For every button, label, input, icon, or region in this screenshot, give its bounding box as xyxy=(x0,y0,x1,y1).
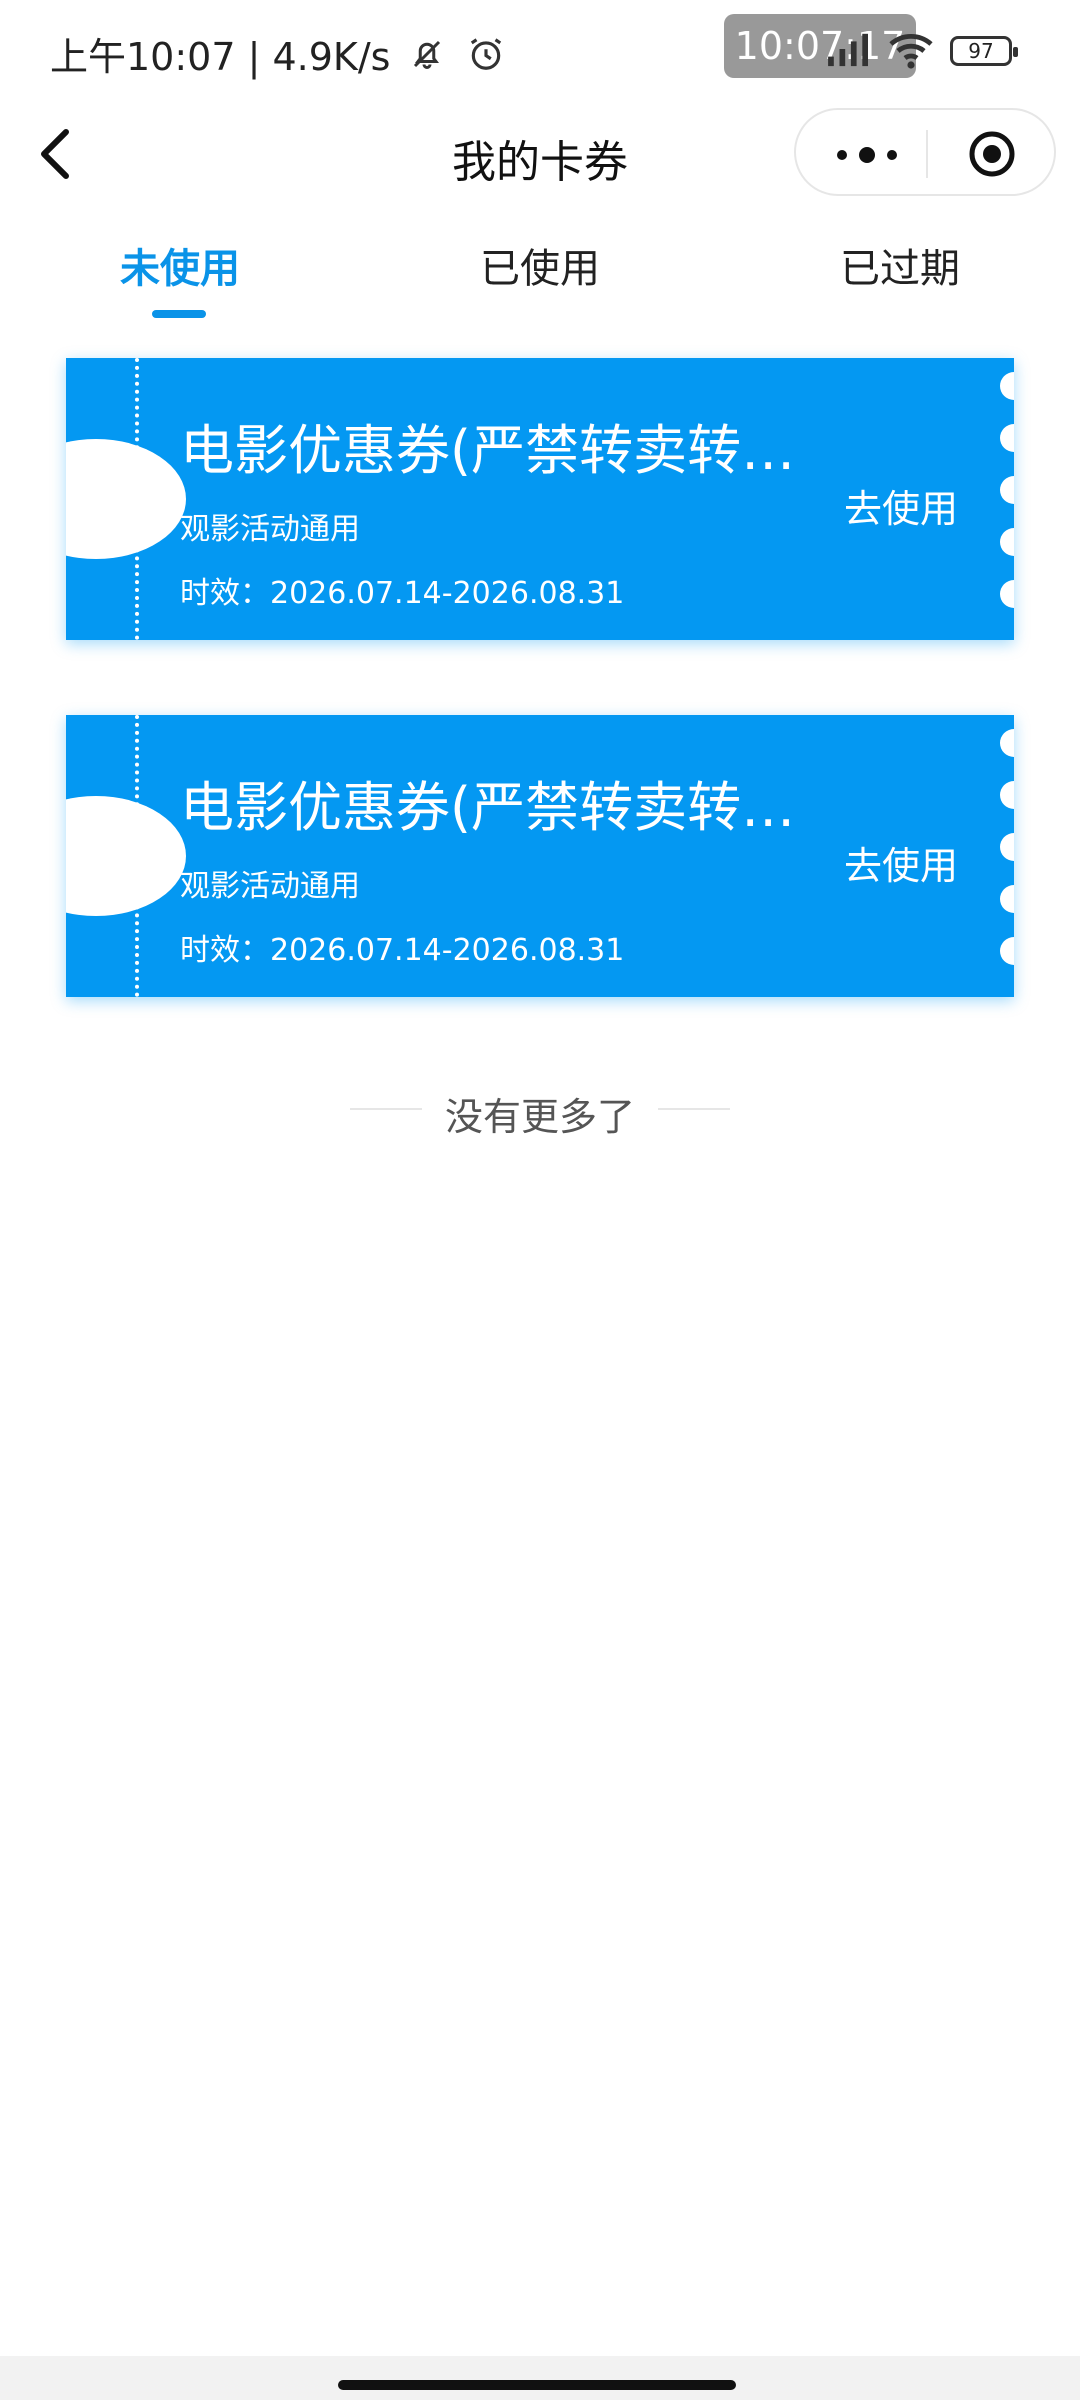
coupon-validity: 时效：2026.07.14-2026.08.31 xyxy=(180,933,625,968)
coupon-card[interactable]: 电影优惠券(严禁转卖转… 观影活动通用 时效：2026.07.14-2026.0… xyxy=(66,358,1014,640)
no-more-text: 没有更多了 xyxy=(444,1095,635,1139)
coupon-subtitle: 观影活动通用 xyxy=(180,869,360,904)
use-coupon-button[interactable]: 去使用 xyxy=(844,478,958,533)
close-circle-icon[interactable] xyxy=(968,130,1016,178)
signal-icon xyxy=(828,33,868,67)
coupon-scallop-edge xyxy=(1000,729,1014,989)
capsule-divider xyxy=(926,130,928,178)
use-coupon-button[interactable]: 去使用 xyxy=(844,835,958,890)
coupon-validity: 时效：2026.07.14-2026.08.31 xyxy=(180,576,625,611)
mini-program-capsule xyxy=(794,108,1056,196)
tab-active-indicator xyxy=(152,310,206,318)
wifi-icon xyxy=(889,33,933,69)
bell-off-icon xyxy=(413,40,440,69)
coupon-title: 电影优惠券(严禁转卖转… xyxy=(180,776,796,839)
more-icon[interactable] xyxy=(832,140,902,170)
tab-expired[interactable]: 已过期 xyxy=(780,236,1020,294)
nav-bar: 我的卡券 xyxy=(0,108,1080,198)
home-indicator[interactable] xyxy=(338,2380,736,2390)
gesture-bar xyxy=(0,2356,1080,2400)
coupon-title: 电影优惠券(严禁转卖转… xyxy=(180,419,796,482)
alarm-icon xyxy=(470,37,501,70)
status-bar: 上午10:07 | 4.9K/s 10:07:17 97 xyxy=(0,0,1080,100)
coupon-tabs: 未使用 已使用 已过期 xyxy=(0,236,1080,318)
coupon-scallop-edge xyxy=(1000,372,1014,632)
no-more-indicator: 没有更多了 xyxy=(0,1080,1080,1140)
coupon-card[interactable]: 电影优惠券(严禁转卖转… 观影活动通用 时效：2026.07.14-2026.0… xyxy=(66,715,1014,997)
coupon-notch xyxy=(66,796,186,916)
coupon-notch xyxy=(66,439,186,559)
status-left: 上午10:07 | 4.9K/s xyxy=(50,26,505,81)
coupon-subtitle: 观影活动通用 xyxy=(180,512,360,547)
no-more-line-right xyxy=(658,1108,730,1110)
tab-used[interactable]: 已使用 xyxy=(420,236,660,294)
coupon-divider xyxy=(135,358,139,640)
battery-icon: 97 xyxy=(950,36,1018,66)
tab-unused[interactable]: 未使用 xyxy=(60,236,300,294)
coupon-divider xyxy=(135,715,139,997)
status-time-speed: 上午10:07 | 4.9K/s xyxy=(50,35,391,79)
